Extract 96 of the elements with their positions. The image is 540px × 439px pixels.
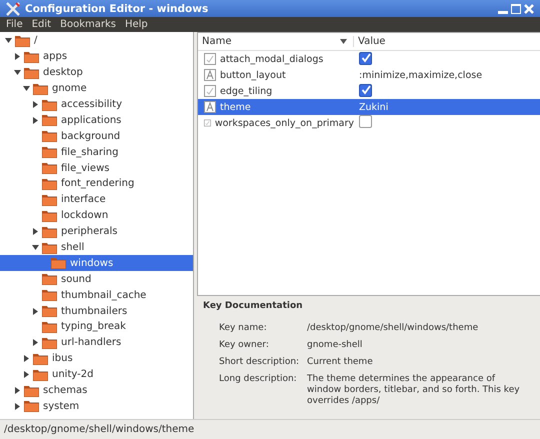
tree-item[interactable]: font_rendering: [0, 176, 193, 192]
collapsed-arrow-icon[interactable]: [32, 116, 39, 124]
tree-item[interactable]: schemas: [0, 382, 193, 398]
sort-arrow-icon: [340, 39, 347, 44]
folder-icon: [42, 146, 57, 158]
tree-item[interactable]: system: [0, 398, 193, 414]
expanded-arrow-icon[interactable]: [14, 69, 21, 76]
folder-icon: [42, 130, 57, 142]
tree-item[interactable]: file_sharing: [0, 144, 193, 160]
tree-item[interactable]: thumbnailers: [0, 303, 193, 320]
folder-icon: [15, 34, 30, 47]
folder-icon: [24, 50, 39, 63]
column-header[interactable]: Name: [198, 36, 354, 47]
collapsed-arrow-icon[interactable]: [32, 308, 39, 315]
folder-icon: [42, 242, 57, 254]
column-header[interactable]: Value: [354, 36, 386, 47]
collapsed-arrow-icon[interactable]: [23, 371, 30, 378]
key-row[interactable]: workspaces_only_on_primary: [198, 115, 540, 131]
tree-item[interactable]: /: [0, 33, 193, 49]
check-type-icon: [204, 53, 216, 65]
folder-icon: [24, 384, 39, 397]
tools-icon: [6, 2, 20, 16]
section-title: Key Documentation: [203, 301, 304, 311]
folder-icon: [33, 82, 48, 95]
checkbox[interactable]: [359, 84, 372, 97]
field-value: Current theme: [307, 357, 374, 368]
field-label: Short description:: [219, 357, 300, 368]
menu-item[interactable]: Edit: [32, 19, 52, 30]
window-title: Configuration Editor - windows: [25, 2, 208, 14]
expanded-arrow-icon[interactable]: [32, 244, 39, 252]
tree-item[interactable]: file_views: [0, 160, 193, 176]
field-value: /desktop/gnome/shell/windows/theme: [307, 323, 480, 334]
folder-icon: [42, 273, 57, 286]
expanded-arrow-icon[interactable]: [5, 37, 12, 44]
collapsed-arrow-icon[interactable]: [32, 228, 39, 236]
key-row[interactable]: theme Zukini: [198, 99, 540, 115]
folder-icon: [42, 210, 57, 222]
checkbox[interactable]: [359, 52, 372, 65]
menu-item[interactable]: File: [6, 19, 23, 30]
menu-item[interactable]: Bookmarks: [60, 19, 116, 30]
expanded-arrow-icon[interactable]: [23, 85, 30, 92]
tree-item[interactable]: accessibility: [0, 96, 193, 112]
key-row[interactable]: edge_tiling: [198, 83, 540, 99]
folder-icon: [42, 305, 57, 318]
folder-icon: [42, 226, 57, 238]
text-type-icon: [204, 69, 216, 81]
folder-icon: [42, 98, 57, 110]
folder-icon: [42, 194, 57, 206]
folder-icon: [42, 289, 57, 302]
close-icon[interactable]: [524, 4, 534, 14]
collapsed-arrow-icon[interactable]: [32, 101, 39, 108]
field-label: Key name:: [219, 323, 268, 334]
tree-item[interactable]: thumbnail_cache: [0, 287, 193, 304]
tree-item[interactable]: shell: [0, 240, 193, 256]
maximize-icon[interactable]: [511, 4, 521, 14]
collapsed-arrow-icon[interactable]: [14, 53, 21, 60]
field-label: Long description:: [219, 374, 298, 386]
text-type-icon: [204, 101, 216, 113]
folder-icon: [33, 368, 48, 381]
folder-icon: [42, 162, 57, 174]
tree-item[interactable]: ibus: [0, 350, 193, 367]
folder-icon: [42, 320, 57, 333]
status-bar: /desktop/gnome/shell/windows/theme: [0, 419, 540, 439]
folder-icon: [24, 66, 39, 79]
folder-icon: [33, 352, 48, 365]
collapsed-arrow-icon[interactable]: [32, 339, 39, 346]
collapsed-arrow-icon[interactable]: [14, 402, 21, 410]
tree-item[interactable]: sound: [0, 271, 193, 288]
tree-item[interactable]: gnome: [0, 80, 193, 97]
folder-icon: [51, 257, 66, 270]
tree-item[interactable]: applications: [0, 112, 193, 128]
folder-icon: [24, 400, 39, 412]
menu-item[interactable]: Help: [124, 19, 148, 30]
tree-item[interactable]: windows: [0, 255, 193, 272]
checkbox[interactable]: [359, 115, 372, 128]
check-type-icon: [204, 117, 211, 129]
check-type-icon: [204, 85, 216, 97]
tree-item[interactable]: typing_break: [0, 319, 193, 335]
tree-item[interactable]: background: [0, 128, 193, 144]
field-label: Key owner:: [219, 340, 270, 351]
folder-icon: [42, 114, 57, 126]
tree-item[interactable]: peripherals: [0, 224, 193, 240]
key-row[interactable]: button_layout :minimize,maximize,close: [198, 67, 540, 83]
field-value: gnome-shell: [307, 340, 364, 351]
tree-item[interactable]: unity-2d: [0, 366, 193, 383]
tree-item[interactable]: desktop: [0, 64, 193, 81]
tree-item[interactable]: interface: [0, 192, 193, 208]
tree-item[interactable]: lockdown: [0, 208, 193, 224]
folder-icon: [42, 336, 57, 349]
field-value: The theme determines the appearance of window borders, titlebar, and so forth. This key overrides /apps/: [307, 374, 521, 407]
folder-icon: [42, 178, 57, 190]
collapsed-arrow-icon[interactable]: [23, 355, 30, 362]
tree-item[interactable]: apps: [0, 48, 193, 65]
tree-item[interactable]: url-handlers: [0, 334, 193, 351]
key-row[interactable]: attach_modal_dialogs: [198, 51, 540, 67]
collapsed-arrow-icon[interactable]: [14, 387, 21, 394]
